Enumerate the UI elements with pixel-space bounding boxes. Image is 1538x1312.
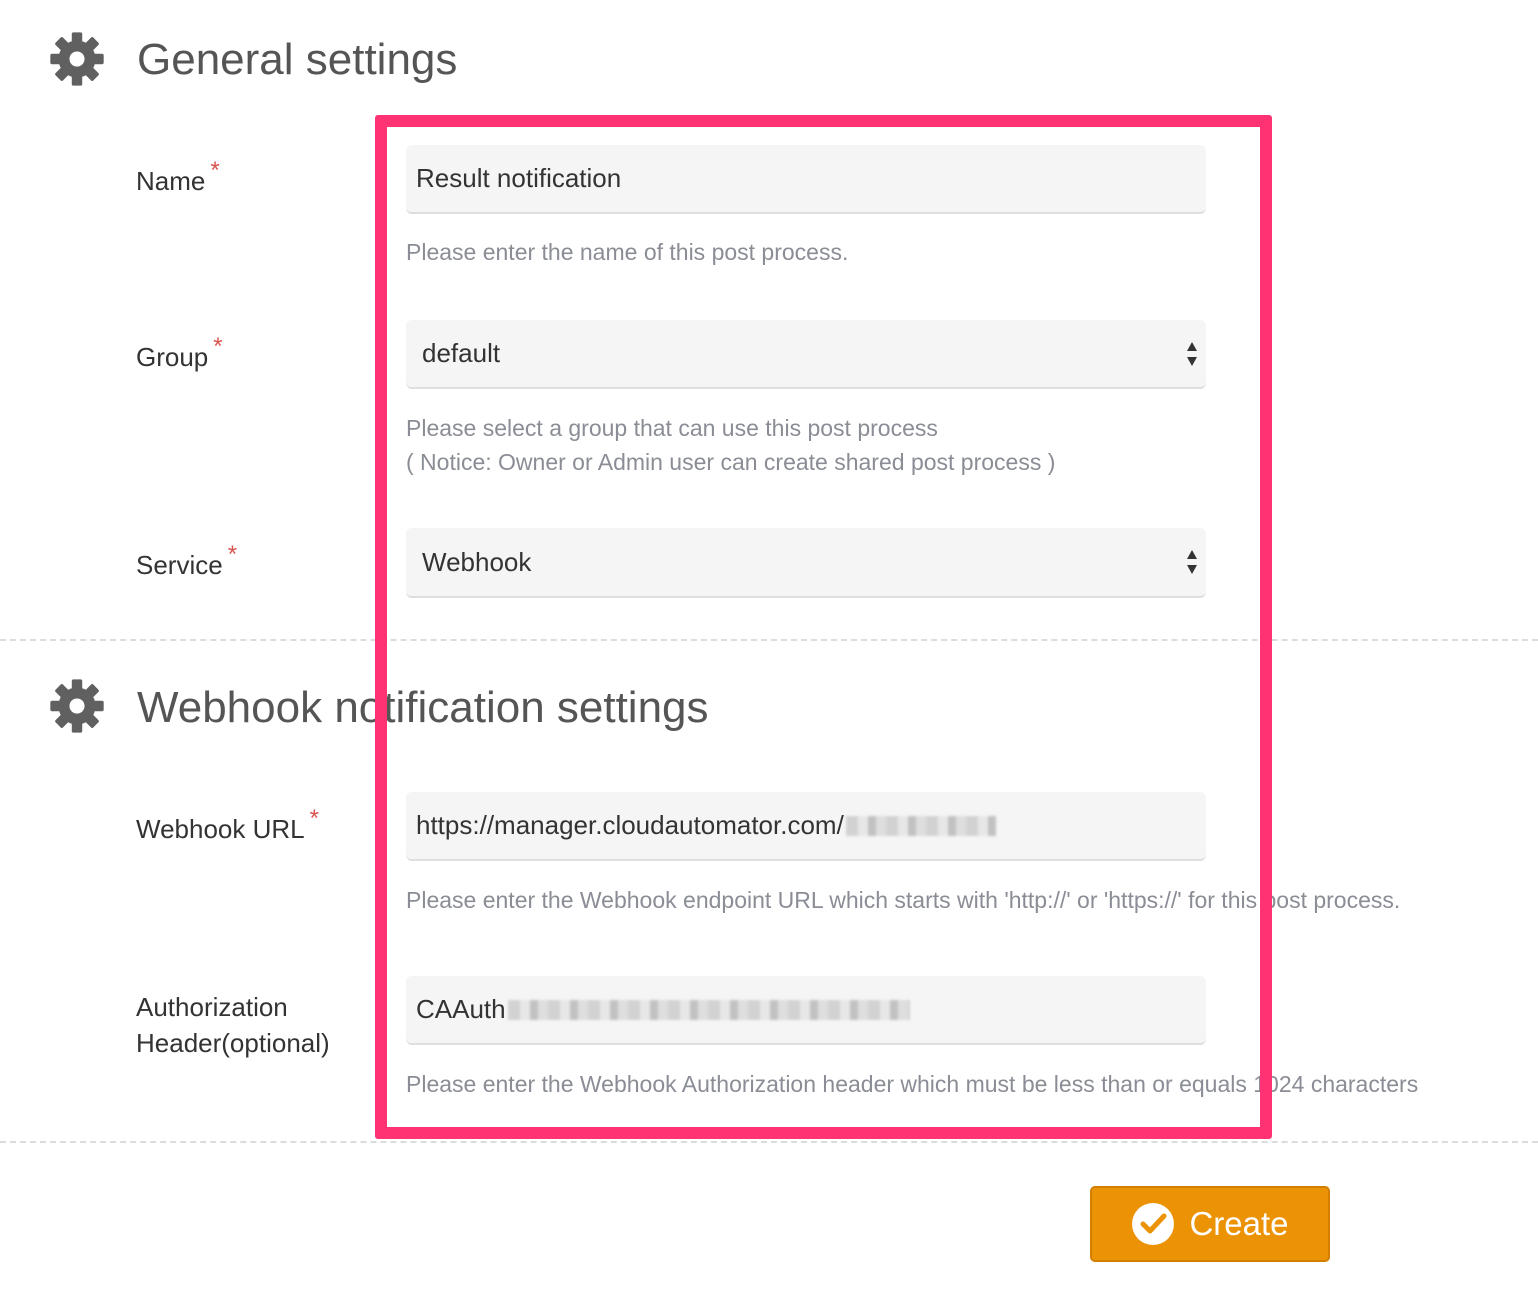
required-mark: * (227, 541, 238, 568)
webhook-url-value: https://manager.cloudautomator.com/ (416, 810, 844, 840)
section-divider (0, 639, 1538, 641)
service-label: Service (136, 550, 223, 580)
name-input-value: Result notification (416, 163, 622, 193)
webhook-url-label-row: Webhook URL * (136, 805, 319, 849)
group-help-text: Please select a group that can use this … (406, 415, 938, 441)
name-label: Name (136, 166, 206, 196)
section-divider (0, 1141, 1538, 1143)
webhook-url-label: Webhook URL (136, 814, 305, 844)
webhook-url-help-text: Please enter the Webhook endpoint URL wh… (406, 887, 1401, 913)
auth-header-value: CAAuth (416, 994, 506, 1024)
service-label-row: Service * (136, 541, 237, 585)
name-input[interactable]: Result notification (406, 145, 1206, 214)
required-mark: * (309, 805, 319, 832)
group-label: Group (136, 342, 209, 372)
redacted-text (507, 999, 910, 1020)
updown-arrows-icon (1187, 341, 1197, 366)
group-notice-text: ( Notice: Owner or Admin user can create… (406, 449, 1056, 475)
name-help-text: Please enter the name of this post proce… (406, 239, 849, 265)
check-circle-icon (1132, 1203, 1175, 1245)
create-button-label: Create (1189, 1205, 1289, 1242)
group-label-row: Group * (136, 333, 223, 377)
auth-header-input[interactable]: CAAuth (406, 976, 1206, 1045)
gear-icon (50, 32, 104, 86)
name-label-row: Name * (136, 157, 220, 201)
auth-header-label-line2: Header(optional) (136, 1028, 330, 1058)
gear-icon (50, 679, 104, 733)
group-select[interactable]: default (406, 320, 1206, 389)
required-mark: * (213, 333, 223, 360)
webhook-settings-title: Webhook notification settings (137, 683, 709, 732)
auth-header-label-line1: Authorization (136, 992, 288, 1022)
auth-header-help-text: Please enter the Webhook Authorization h… (406, 1071, 1419, 1097)
webhook-url-input[interactable]: https://manager.cloudautomator.com/ (406, 792, 1206, 861)
service-select[interactable]: Webhook (406, 528, 1206, 598)
group-select-value: default (422, 338, 501, 368)
redacted-text (845, 815, 996, 836)
updown-arrows-icon (1187, 550, 1197, 574)
create-button[interactable]: Create (1090, 1186, 1330, 1262)
required-mark: * (210, 157, 220, 184)
service-select-value: Webhook (422, 546, 532, 577)
general-settings-title: General settings (137, 35, 458, 84)
